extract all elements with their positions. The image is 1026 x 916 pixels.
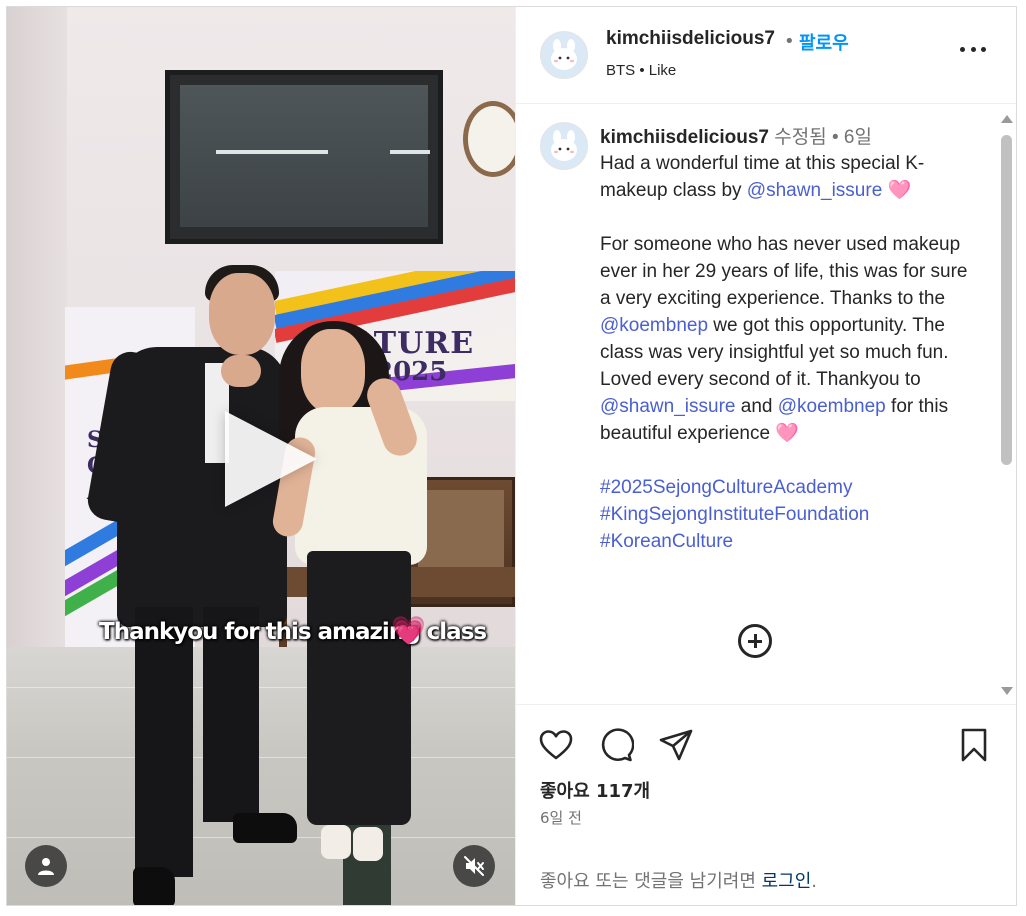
post-footer: 좋아요 117개 6일 전 좋아요 또는 댓글을 남기려면 로그인. xyxy=(516,704,1016,905)
scroll-up-arrow-icon[interactable] xyxy=(1001,115,1013,123)
caption-username[interactable]: kimchiisdelicious7 xyxy=(600,127,769,148)
login-link[interactable]: 로그인 xyxy=(762,871,812,892)
hashtag-link[interactable]: #KoreanCulture xyxy=(600,528,972,555)
comment-avatar[interactable] xyxy=(540,122,588,170)
scene-floor xyxy=(7,647,515,905)
caption-header: kimchiisdelicious7 수정됨 • 6일 xyxy=(600,122,872,149)
login-prompt: 좋아요 또는 댓글을 남기려면 로그인. xyxy=(540,867,817,893)
video-player[interactable]: SCUAC ULTURE AC 2025 xyxy=(7,7,515,905)
muted-speaker-icon[interactable] xyxy=(453,845,495,887)
send-icon[interactable] xyxy=(658,727,694,763)
post-time[interactable]: 6일 전 xyxy=(540,807,582,828)
login-prompt-suffix: . xyxy=(811,871,818,892)
scene-clock xyxy=(463,101,515,177)
heart-icon[interactable] xyxy=(538,727,574,763)
avatar[interactable] xyxy=(540,31,588,79)
mention-link[interactable]: @koembnep xyxy=(778,396,886,417)
like-count[interactable]: 좋아요 117개 xyxy=(540,777,650,803)
mention-link[interactable]: @shawn_issure xyxy=(600,396,735,417)
comments-section: kimchiisdelicious7 수정됨 • 6일 Had a wonder… xyxy=(516,104,1016,704)
post-header: kimchiisdelicious7 • 팔로우 BTS • Like xyxy=(516,7,1016,104)
scroll-down-arrow-icon[interactable] xyxy=(1001,687,1013,695)
caption-meta: 수정됨 • 6일 xyxy=(774,127,872,148)
caption-text-span: 🩷 xyxy=(882,180,912,201)
user-icon[interactable] xyxy=(25,845,67,887)
scene-wall-edge xyxy=(7,7,67,657)
comment-icon[interactable] xyxy=(598,727,635,763)
hashtag-link[interactable]: #2025SejongCultureAcademy xyxy=(600,474,972,501)
scrollbar-thumb[interactable] xyxy=(1001,135,1012,465)
more-icon[interactable] xyxy=(960,47,986,55)
plus-circle-icon[interactable] xyxy=(738,624,772,658)
scene-tv xyxy=(165,70,443,244)
heart-emoji: 💗 xyxy=(391,614,426,647)
caption-paragraph: Had a wonderful time at this special K-m… xyxy=(600,150,972,204)
audio-subtitle[interactable]: BTS • Like xyxy=(606,62,676,79)
mention-link[interactable]: @shawn_issure xyxy=(747,180,882,201)
caption-text-span: and xyxy=(735,396,778,417)
hashtag-link[interactable]: #KingSejongInstituteFoundation xyxy=(600,501,972,528)
comments-scrollbar[interactable] xyxy=(998,111,1014,699)
caption-text-span: For someone who has never used makeup ev… xyxy=(600,234,968,309)
bookmark-icon[interactable] xyxy=(956,727,992,763)
mention-link[interactable]: @koembnep xyxy=(600,315,708,336)
post-side-panel: kimchiisdelicious7 • 팔로우 BTS • Like kimc… xyxy=(515,7,1016,905)
play-icon[interactable] xyxy=(225,411,317,507)
follow-button[interactable]: 팔로우 xyxy=(799,29,849,55)
post-dialog: SCUAC ULTURE AC 2025 xyxy=(6,6,1017,906)
hashtag-list: #2025SejongCultureAcademy #KingSejongIns… xyxy=(600,474,972,555)
video-caption: Thankyou for this amazing class xyxy=(99,619,487,645)
caption-paragraph: For someone who has never used makeup ev… xyxy=(600,231,972,447)
caption-text: Had a wonderful time at this special K-m… xyxy=(600,150,972,555)
separator-dot: • xyxy=(784,31,795,52)
author-username[interactable]: kimchiisdelicious7 xyxy=(606,28,775,50)
login-prompt-text: 좋아요 또는 댓글을 남기려면 xyxy=(540,871,762,892)
